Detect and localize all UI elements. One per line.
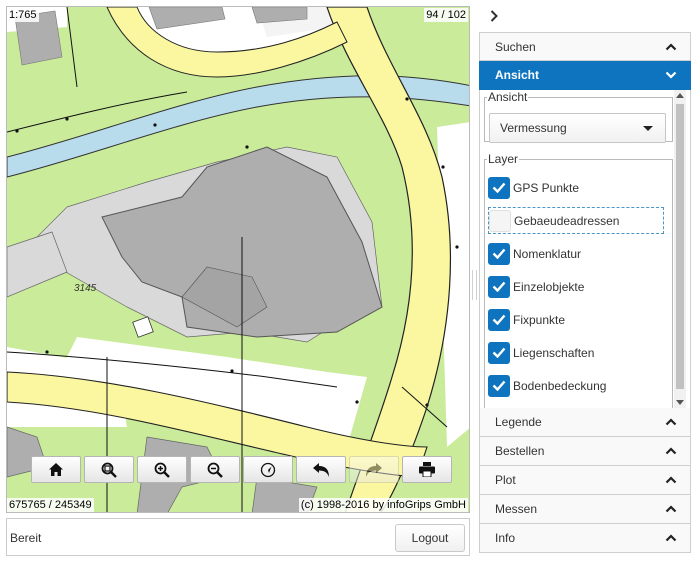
map-graphics <box>7 7 469 512</box>
side-panel: Suchen Ansicht Ansicht Vermessung Layer … <box>479 32 691 556</box>
redo-button[interactable] <box>349 456 399 483</box>
layer-label: Gebaeudeadressen <box>514 213 620 228</box>
caret-down-icon <box>643 126 653 131</box>
view-group-label: Ansicht <box>488 90 528 104</box>
section-bestellen-label: Bestellen <box>495 444 545 458</box>
section-plot-label: Plot <box>495 473 516 487</box>
layer-label: GPS Punkte <box>513 180 580 195</box>
layer-label: Fixpunkte <box>513 312 566 327</box>
locate-button[interactable] <box>243 456 293 483</box>
ansicht-scrollbar[interactable] <box>674 90 686 408</box>
map-toolbar <box>31 456 452 483</box>
locate-icon <box>260 462 276 477</box>
layer-checkbox[interactable] <box>488 341 510 364</box>
layer-label: Bodenbedeckung <box>513 378 607 393</box>
section-info[interactable]: Info <box>479 524 691 553</box>
view-select[interactable]: Vermessung <box>489 113 666 143</box>
section-legende-label: Legende <box>495 415 542 429</box>
layer-item-gps-punkte[interactable]: GPS Punkte <box>488 174 664 201</box>
section-messen[interactable]: Messen <box>479 495 691 524</box>
coordinates-label: 675765 / 245349 <box>7 498 94 512</box>
layer-group-label: Layer <box>488 152 519 166</box>
chevron-up-icon <box>665 534 677 542</box>
home-button[interactable] <box>31 456 81 483</box>
zoom-out-icon <box>207 462 223 478</box>
checkmark-icon <box>492 314 506 325</box>
checkmark-icon <box>492 380 506 391</box>
zoom-out-button[interactable] <box>190 456 240 483</box>
chevron-down-icon <box>665 71 677 79</box>
section-suchen[interactable]: Suchen <box>479 32 691 61</box>
copyright-label: (c) 1998-2016 by infoGrips GmbH <box>298 498 468 512</box>
zoom-in-icon <box>154 462 170 478</box>
checkmark-icon <box>492 248 506 259</box>
status-text: Bereit <box>10 531 42 545</box>
layer-item-bodenbedeckung[interactable]: Bodenbedeckung <box>488 372 664 399</box>
section-info-label: Info <box>495 531 516 545</box>
ansicht-content: Ansicht Vermessung Layer GPS Punkte Geba… <box>479 90 691 408</box>
layer-label: Liegenschaften <box>513 345 595 360</box>
chevron-right-icon <box>490 10 498 22</box>
collapse-panel-button[interactable] <box>486 8 502 24</box>
undo-icon <box>313 462 329 477</box>
section-legende[interactable]: Legende <box>479 408 691 437</box>
chevron-up-icon <box>665 418 677 426</box>
redo-icon <box>366 462 382 477</box>
scroll-up-icon[interactable] <box>676 93 684 98</box>
layer-checkbox[interactable] <box>488 275 510 298</box>
layer-checkbox[interactable] <box>488 176 510 199</box>
checkmark-icon <box>492 281 506 292</box>
print-icon <box>419 462 435 477</box>
scrollbar-thumb[interactable] <box>676 104 684 389</box>
section-ansicht-label: Ansicht <box>495 68 540 82</box>
status-bar: Bereit Logout <box>6 518 470 556</box>
logout-button[interactable]: Logout <box>395 524 465 552</box>
section-ansicht[interactable]: Ansicht <box>479 61 691 90</box>
layer-item-gebaeudeadressen[interactable]: Gebaeudeadressen <box>488 207 664 234</box>
section-suchen-label: Suchen <box>495 39 536 54</box>
undo-button[interactable] <box>296 456 346 483</box>
chevron-up-icon <box>665 476 677 484</box>
scroll-down-icon[interactable] <box>676 400 684 405</box>
layer-label: Einzelobjekte <box>513 279 585 294</box>
parcel-number-label: 3145 <box>74 283 97 294</box>
zoom-extent-button[interactable] <box>84 456 134 483</box>
chevron-up-icon <box>665 42 677 50</box>
chevron-up-icon <box>665 505 677 513</box>
layer-checkbox[interactable] <box>488 374 510 397</box>
panel-splitter-handle[interactable] <box>472 270 477 300</box>
scale-label: 1:765 <box>7 8 39 22</box>
layer-item-nomenklatur[interactable]: Nomenklatur <box>488 240 664 267</box>
layer-group: Layer GPS Punkte Gebaeudeadressen Nomenk… <box>484 152 673 408</box>
layer-checkbox[interactable] <box>488 242 510 265</box>
home-icon <box>49 463 63 476</box>
layer-item-liegenschaften[interactable]: Liegenschaften <box>488 339 664 366</box>
page-indicator: 94 / 102 <box>424 8 468 22</box>
checkmark-icon <box>492 347 506 358</box>
section-bestellen[interactable]: Bestellen <box>479 437 691 466</box>
layer-checkbox[interactable] <box>488 308 510 331</box>
section-messen-label: Messen <box>495 502 538 516</box>
section-plot[interactable]: Plot <box>479 466 691 495</box>
layer-label: Nomenklatur <box>513 246 582 261</box>
view-group: Ansicht Vermessung <box>484 90 673 143</box>
layer-item-fixpunkte[interactable]: Fixpunkte <box>488 306 664 333</box>
app-window: 3145 1:765 94 / 102 675765 / 245349 (c) … <box>0 0 698 561</box>
chevron-up-icon <box>665 447 677 455</box>
layer-checkbox[interactable] <box>489 209 511 232</box>
print-button[interactable] <box>402 456 452 483</box>
checkmark-icon <box>492 182 506 193</box>
map-canvas[interactable]: 3145 1:765 94 / 102 675765 / 245349 (c) … <box>6 6 470 513</box>
zoom-extent-icon <box>101 462 117 478</box>
zoom-in-button[interactable] <box>137 456 187 483</box>
layer-item-einzelobjekte[interactable]: Einzelobjekte <box>488 273 664 300</box>
view-select-value: Vermessung <box>500 121 567 135</box>
